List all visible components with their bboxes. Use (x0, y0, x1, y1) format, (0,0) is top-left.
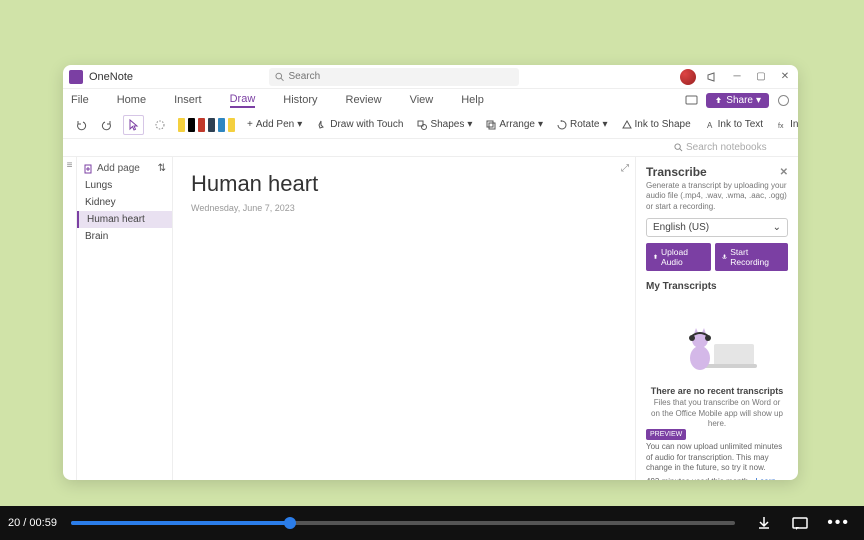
add-page-icon (83, 164, 93, 174)
download-icon[interactable] (755, 514, 773, 532)
share-icon (714, 96, 723, 105)
my-transcripts-header: My Transcripts (646, 281, 788, 292)
video-seek-thumb[interactable] (284, 517, 296, 529)
lasso-tool[interactable] (150, 117, 170, 133)
search-icon (674, 143, 683, 152)
menu-tab-draw[interactable]: Draw (230, 93, 256, 108)
touch-icon (316, 119, 327, 130)
shapes-button[interactable]: Shapes ▾ (413, 117, 476, 132)
page-item-human-heart[interactable]: Human heart (77, 211, 172, 228)
minimize-button[interactable]: ─ (730, 71, 744, 82)
shapes-icon (417, 120, 427, 130)
pen-4[interactable] (218, 118, 225, 132)
draw-with-touch-button[interactable]: Draw with Touch (312, 117, 407, 132)
transcribe-desc: Generate a transcript by uploading your … (646, 181, 788, 212)
page-item-kidney[interactable]: Kidney (77, 194, 172, 211)
user-avatar[interactable] (680, 69, 696, 85)
pen-2[interactable] (198, 118, 205, 132)
ink-math-icon: fx (777, 120, 787, 130)
maximize-button[interactable]: ▢ (754, 71, 768, 82)
menu-tab-home[interactable]: Home (117, 94, 146, 106)
transcribe-pane: Transcribe ✕ Generate a transcript by up… (635, 157, 798, 480)
pen-palette (176, 118, 237, 132)
ink-text-icon: A (705, 120, 715, 130)
sort-icon[interactable]: ⇅ (158, 163, 166, 174)
pin-icon[interactable] (777, 94, 790, 107)
chevron-down-icon: ⌄ (773, 222, 781, 233)
add-page-button[interactable]: Add page ⇅ (77, 160, 172, 177)
chevron-down-icon: ▾ (756, 95, 761, 106)
transcribe-title: Transcribe (646, 165, 707, 179)
video-seek-track[interactable] (71, 521, 735, 525)
preview-text: You can now upload unlimited minutes of … (646, 442, 788, 473)
ink-shape-icon (622, 120, 632, 130)
share-button[interactable]: Share ▾ (706, 93, 769, 108)
present-icon[interactable] (685, 94, 698, 107)
global-search[interactable] (269, 68, 519, 86)
pen-1[interactable] (188, 118, 195, 132)
search-icon (275, 72, 284, 82)
mic-icon (721, 253, 728, 261)
preview-block: PREVIEW You can now upload unlimited min… (646, 429, 788, 480)
notebook-search-row: Search notebooks (63, 139, 798, 157)
video-time: 20 / 00:59 (0, 517, 65, 529)
ink-to-math-button[interactable]: fxInk to Math (773, 117, 798, 132)
page-title[interactable]: Human heart (191, 171, 617, 197)
draw-ribbon: + Add Pen ▾ Draw with Touch Shapes ▾ Arr… (63, 111, 798, 139)
body: ≡ Add page ⇅ LungsKidneyHuman heartBrain… (63, 157, 798, 480)
rotate-icon (557, 120, 567, 130)
onenote-window: OneNote ─ ▢ ✕ File Home Insert Draw History R… (63, 65, 798, 480)
cursor-tool[interactable] (123, 115, 144, 135)
titlebar: OneNote ─ ▢ ✕ (63, 65, 798, 89)
pen-5[interactable] (228, 118, 235, 132)
preview-footer: 493 minutes used this month · (646, 477, 755, 480)
onenote-app-icon (69, 70, 83, 84)
arrange-button[interactable]: Arrange ▾ (482, 117, 547, 132)
pen-3[interactable] (208, 118, 215, 132)
empty-illustration (672, 308, 762, 378)
menu-tab-help[interactable]: Help (461, 94, 484, 106)
empty-title: There are no recent transcripts (646, 386, 788, 396)
empty-desc: Files that you transcribe on Word or on … (646, 398, 788, 429)
page-item-lungs[interactable]: Lungs (77, 177, 172, 194)
expand-icon[interactable]: ⤢ (621, 163, 629, 174)
pen-0[interactable] (178, 118, 185, 132)
upload-audio-button[interactable]: Upload Audio (646, 243, 711, 271)
notebook-search[interactable]: Search notebooks (674, 142, 794, 153)
svg-text:A: A (707, 121, 713, 130)
app-title: OneNote (89, 71, 133, 83)
ink-to-shape-button[interactable]: Ink to Shape (618, 117, 695, 132)
menu-tab-history[interactable]: History (283, 94, 317, 106)
close-button[interactable]: ✕ (778, 71, 792, 82)
megaphone-icon[interactable] (706, 70, 720, 84)
video-player-bar: 20 / 00:59 ••• (0, 506, 864, 540)
menu-tab-view[interactable]: View (410, 94, 434, 106)
svg-text:fx: fx (778, 123, 784, 130)
search-input[interactable] (288, 71, 513, 82)
rotate-button[interactable]: Rotate ▾ (553, 117, 612, 132)
ink-to-text-button[interactable]: AInk to Text (701, 117, 767, 132)
menu-tab-file[interactable]: File (71, 94, 89, 106)
start-recording-button[interactable]: Start Recording (715, 243, 788, 271)
more-icon[interactable]: ••• (827, 514, 850, 532)
note-canvas[interactable]: ⤢ Human heart Wednesday, June 7, 2023 (173, 157, 635, 480)
page-list: Add page ⇅ LungsKidneyHuman heartBrain (77, 157, 173, 480)
language-select[interactable]: English (US) ⌄ (646, 218, 788, 237)
arrange-icon (486, 120, 496, 130)
preview-badge: PREVIEW (646, 429, 686, 440)
add-pen-button[interactable]: + Add Pen ▾ (243, 117, 306, 132)
menubar: FileHomeInsertDrawHistoryReviewViewHelp … (63, 89, 798, 111)
page-date: Wednesday, June 7, 2023 (191, 203, 617, 213)
upload-icon (652, 253, 659, 261)
menu-tab-insert[interactable]: Insert (174, 94, 202, 106)
page-item-brain[interactable]: Brain (77, 228, 172, 245)
sidebar-toggle[interactable]: ≡ (63, 157, 77, 480)
captions-icon[interactable] (791, 514, 809, 532)
undo-button[interactable] (71, 117, 91, 133)
redo-button[interactable] (97, 117, 117, 133)
empty-state: There are no recent transcripts Files th… (646, 308, 788, 429)
menu-tab-review[interactable]: Review (346, 94, 382, 106)
close-pane-icon[interactable]: ✕ (780, 167, 788, 178)
